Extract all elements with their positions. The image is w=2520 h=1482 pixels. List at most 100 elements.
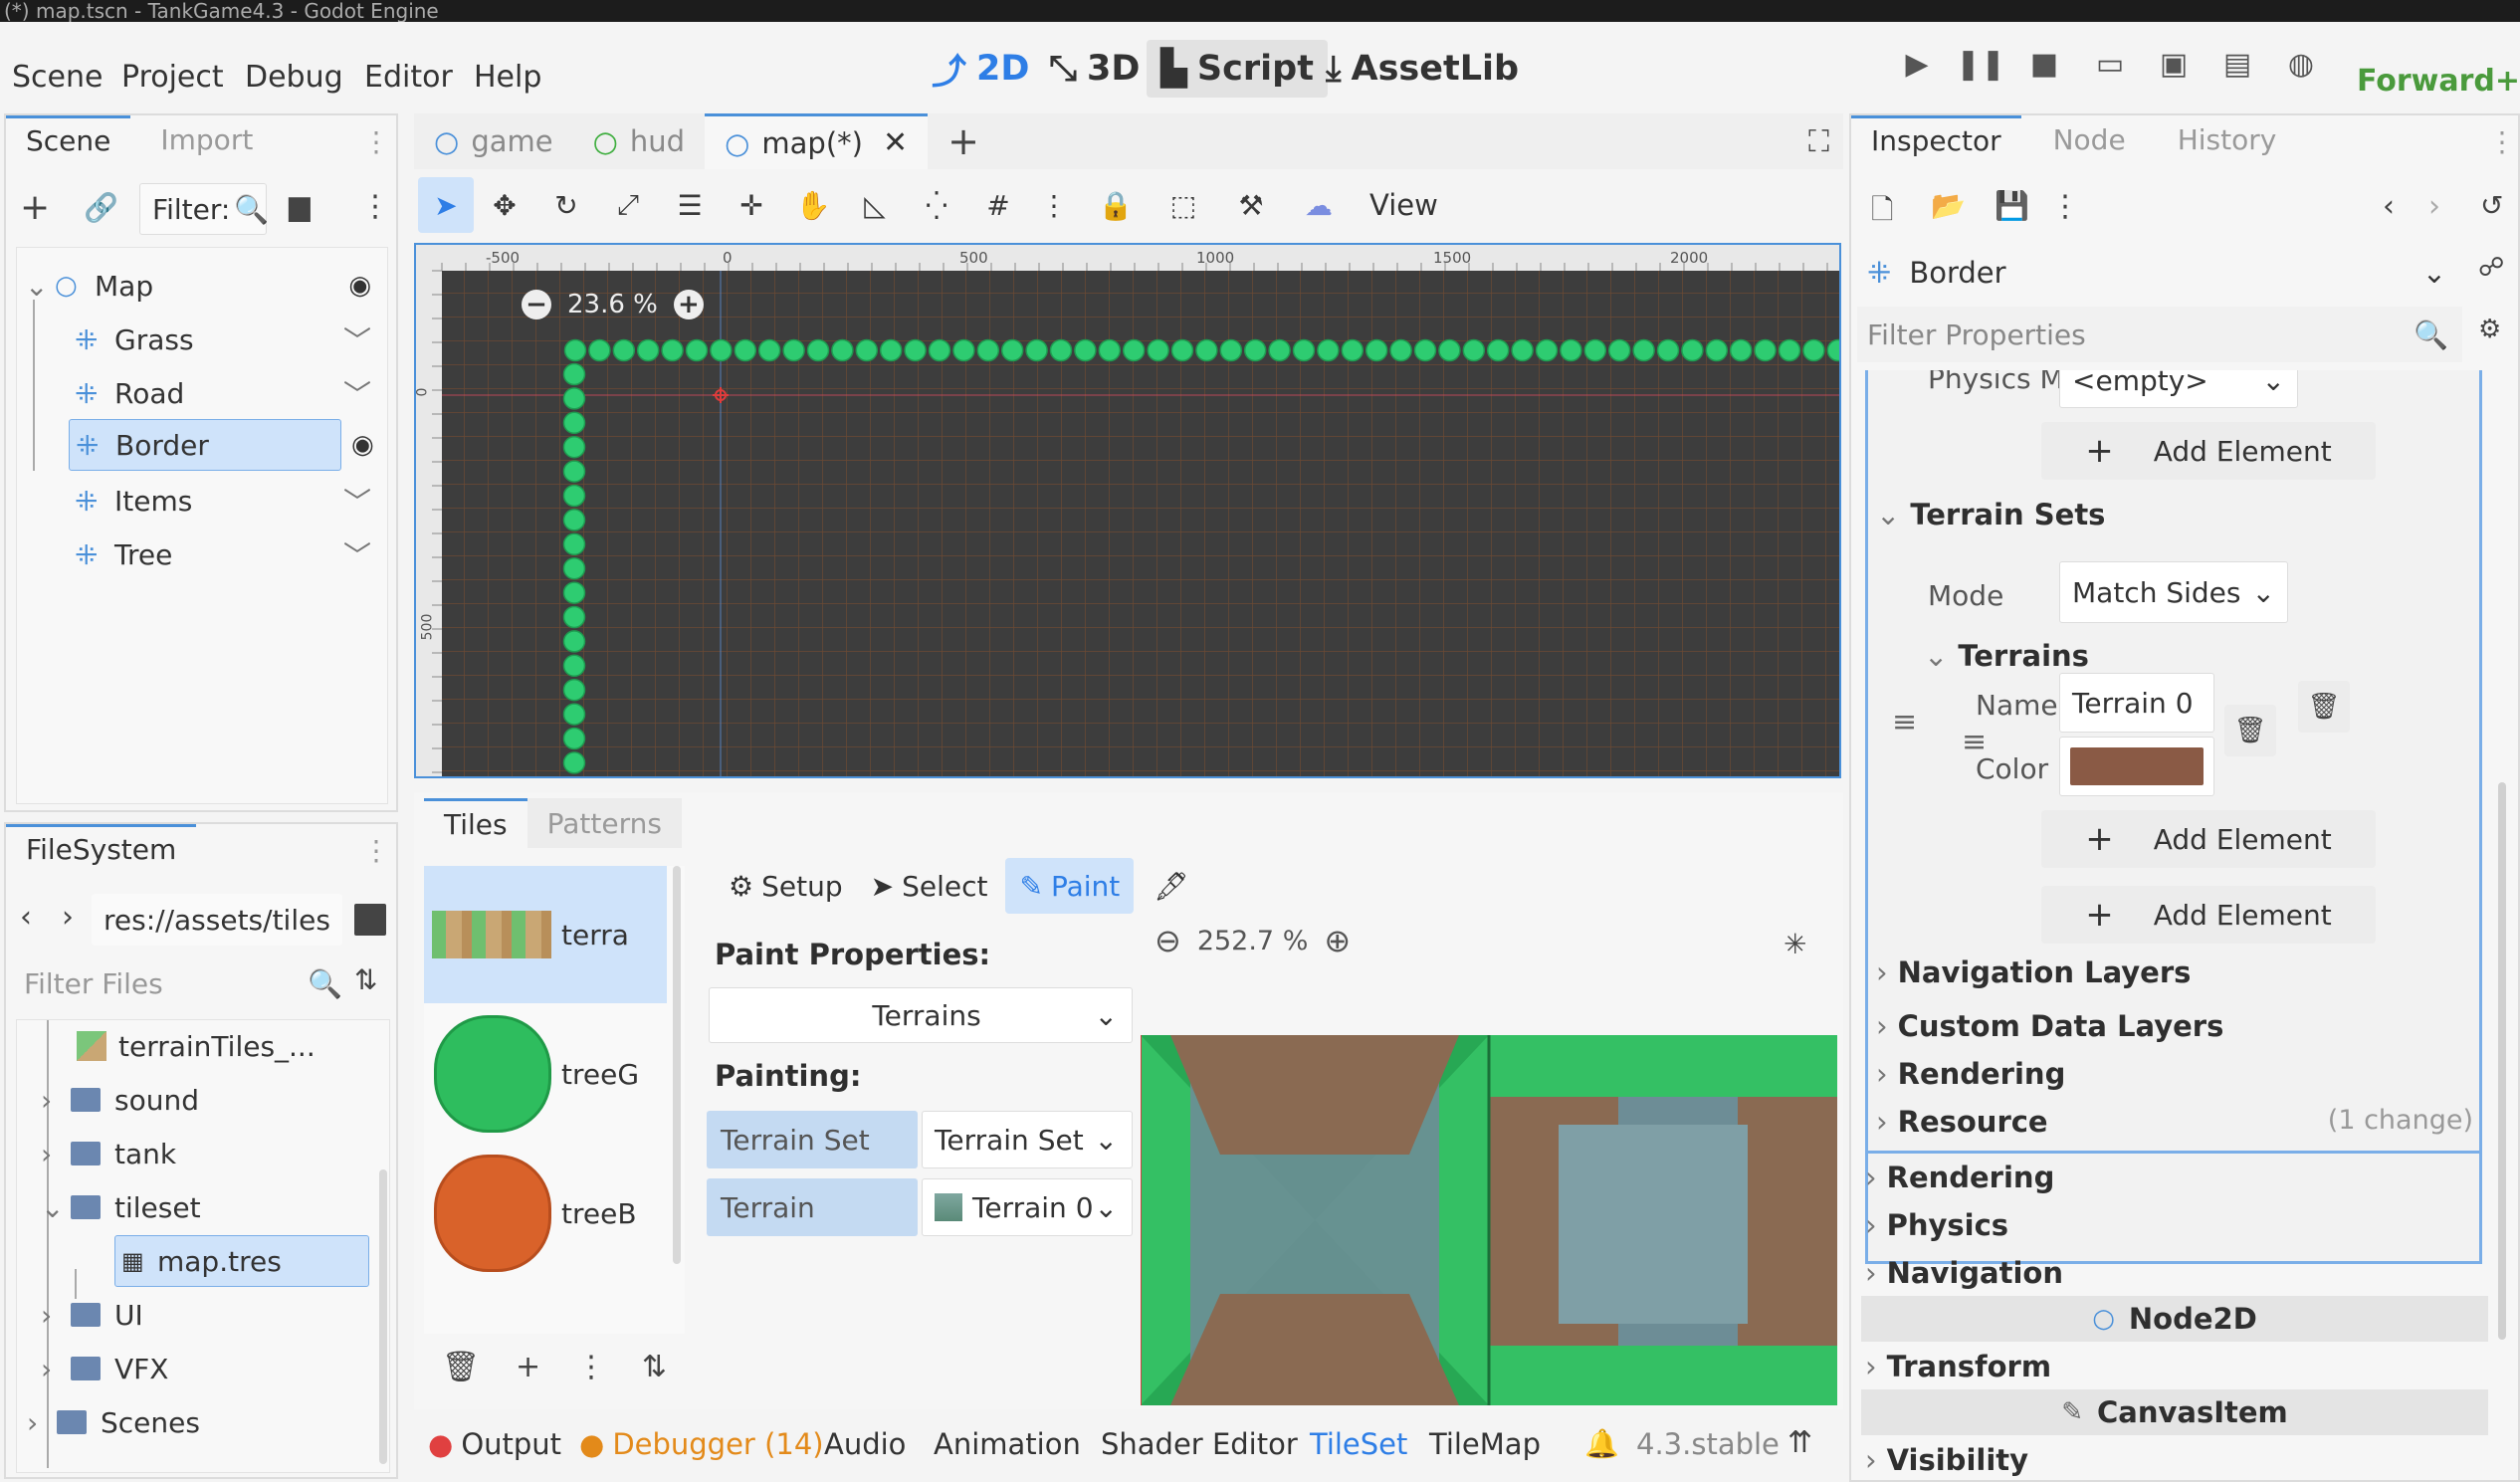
expand-panel-icon[interactable]: ⇈ <box>1787 1425 1812 1460</box>
zoom-in-icon[interactable]: + <box>673 290 704 319</box>
drag-handle-icon[interactable]: ≡ <box>1892 705 1917 740</box>
tab-patterns[interactable]: Patterns <box>526 798 682 848</box>
terrains-section[interactable]: ⌄ Terrains <box>1924 639 2089 673</box>
filter-properties-input[interactable]: Filter Properties 🔍 <box>1857 307 2462 362</box>
forward-icon[interactable]: › <box>62 900 74 935</box>
node-info-icon[interactable]: ☍ <box>2478 253 2504 283</box>
folder-item-sound[interactable]: › sound <box>41 1074 369 1126</box>
script-add-icon[interactable]: ▆ <box>289 189 311 222</box>
more-options-icon[interactable]: ⋮ <box>360 189 390 224</box>
zoom-out-icon[interactable]: − <box>522 290 551 319</box>
workspace-assetlib-button[interactable]: ⤓ AssetLib <box>1312 40 1533 98</box>
paint-property-select[interactable]: Terrains ⌄ <box>709 987 1133 1043</box>
visibility-section[interactable]: › Visibility <box>1865 1443 2028 1477</box>
eye-closed-icon[interactable]: ﹀ <box>343 481 371 521</box>
group-icon[interactable]: ⬚ <box>1153 189 1214 222</box>
grid-icon[interactable]: # <box>967 189 1029 222</box>
eyedropper-icon[interactable]: 🖋 <box>1142 870 1201 903</box>
more-options-icon[interactable]: ⋮ <box>2050 189 2080 224</box>
debugger-tab[interactable]: ● Debugger (14) <box>579 1427 824 1461</box>
select-mode-icon[interactable]: ➤ <box>418 177 474 233</box>
scene-tab-hud[interactable]: ○ hud <box>573 113 705 169</box>
transform-section[interactable]: › Transform <box>1865 1350 2051 1383</box>
edited-object-select[interactable]: ⁜ Border ⌄ <box>1857 245 2464 301</box>
workspace-script-button[interactable]: ▙ Script <box>1147 40 1328 98</box>
tab-inspector[interactable]: Inspector <box>1851 115 2021 163</box>
menu-debug[interactable]: Debug <box>245 60 343 95</box>
tab-scene[interactable]: Scene <box>6 115 131 163</box>
history-forward-icon[interactable]: › <box>2428 189 2440 224</box>
animation-tab[interactable]: Animation <box>934 1427 1081 1461</box>
physics-material-value[interactable]: <empty> ⌄ <box>2059 370 2298 408</box>
more-options-icon[interactable]: ⋮ <box>576 1350 606 1384</box>
file-item-map-tres[interactable]: ▦ map.tres <box>114 1235 369 1287</box>
folder-item-tank[interactable]: › tank <box>41 1128 369 1179</box>
terrain-set-select[interactable]: Terrain Set ⌄ <box>922 1111 1133 1168</box>
open-folder-icon[interactable]: 📂 <box>1931 189 1966 222</box>
history-back-icon[interactable]: ‹ <box>2383 189 2395 224</box>
source-item-terra[interactable]: terra <box>424 866 667 1003</box>
eye-closed-icon[interactable]: ﹀ <box>343 319 371 359</box>
lock-icon[interactable]: 🔒 <box>1079 189 1153 222</box>
add-element-button[interactable]: + Add Element <box>2041 422 2376 480</box>
pivot-icon[interactable]: ✛ <box>721 189 782 222</box>
new-resource-icon[interactable]: 🗋 <box>1871 189 1894 237</box>
mode-select[interactable]: Match Sides ⌄ <box>2059 561 2288 623</box>
custom-data-layers-section[interactable]: › Custom Data Layers <box>1876 1009 2223 1043</box>
folder-item-scenes[interactable]: › Scenes <box>17 1396 355 1448</box>
rendering-section[interactable]: › Rendering <box>1876 1057 2065 1091</box>
play-icon[interactable]: ▶ <box>1897 44 1937 84</box>
tree-node-grass[interactable]: ⁜ Grass ﹀ <box>75 314 385 365</box>
view-menu[interactable]: View <box>1369 188 1438 222</box>
trash-icon[interactable]: 🗑 <box>2298 681 2350 733</box>
tree-node-border[interactable]: ⁜ Border <box>69 419 341 471</box>
sort-icon[interactable]: ⇅ <box>642 1350 667 1384</box>
tab-history[interactable]: History <box>2158 115 2297 163</box>
center-view-icon[interactable]: ✳ <box>1784 928 1806 960</box>
tab-node[interactable]: Node <box>2033 115 2146 163</box>
navigation-layers-section[interactable]: › Navigation Layers <box>1876 955 2191 989</box>
select-mode-button[interactable]: ➤ Select <box>861 858 998 914</box>
play-custom-scene-icon[interactable]: ▤ <box>2217 44 2257 84</box>
zoom-in-icon[interactable]: ⊕ <box>1324 922 1351 959</box>
file-filter-input[interactable]: Filter Files 🔍 <box>14 955 352 1011</box>
audio-tab[interactable]: Audio <box>824 1427 906 1461</box>
link-icon[interactable]: 🔗 <box>84 191 118 224</box>
back-icon[interactable]: ‹ <box>20 900 32 935</box>
tree-node-tree[interactable]: ⁜ Tree ﹀ <box>75 529 385 580</box>
bell-icon[interactable]: 🔔 <box>1584 1427 1619 1460</box>
play-scene-icon[interactable]: ▣ <box>2154 44 2194 84</box>
move-mode-icon[interactable]: ✥ <box>474 189 535 222</box>
more-options-icon[interactable]: ⋮ <box>1029 189 1079 222</box>
sort-icon[interactable]: ⇅ <box>354 963 377 996</box>
add-element-button[interactable]: + Add Element <box>2041 886 2376 944</box>
layer-rendering-section[interactable]: › Rendering <box>1865 1161 2054 1194</box>
layer-navigation-section[interactable]: › Navigation <box>1865 1256 2063 1290</box>
menu-help[interactable]: Help <box>474 60 541 95</box>
zoom-out-icon[interactable]: ⊖ <box>1155 922 1181 959</box>
pause-icon[interactable]: ❚❚ <box>1956 44 2005 84</box>
workspace-2d-button[interactable]: ⤴ 2D <box>918 40 1043 98</box>
resource-section[interactable]: › Resource (1 change) <box>1876 1105 2473 1139</box>
scrollbar[interactable] <box>379 1169 387 1464</box>
renderer-select[interactable]: Forward+⌄ <box>2357 64 2520 99</box>
scene-tab-map[interactable]: ○ map(*) ✕ <box>705 113 929 169</box>
eye-icon[interactable]: ◉ <box>351 419 374 471</box>
folder-item-vfx[interactable]: › VFX <box>41 1343 369 1394</box>
property-settings-icon[interactable]: ⚙ <box>2478 315 2501 344</box>
atlas-zoom-level[interactable]: 252.7 % <box>1197 926 1309 956</box>
folder-item-tileset[interactable]: ⌄ tileset <box>41 1181 369 1233</box>
dock-menu-icon[interactable]: ⋮ <box>2488 115 2516 167</box>
dock-menu-icon[interactable]: ⋮ <box>362 115 390 167</box>
terrain-select[interactable]: Terrain 0 ⌄ <box>922 1178 1133 1236</box>
terrain-color-picker[interactable] <box>2059 737 2214 796</box>
setup-mode-button[interactable]: ⚙ Setup <box>719 858 853 914</box>
paint-mode-button[interactable]: ✎ Paint <box>1005 858 1135 914</box>
layer-physics-section[interactable]: › Physics <box>1865 1208 2008 1242</box>
scene-filter-input[interactable]: Filter: 🔍 <box>139 183 269 235</box>
tab-tiles[interactable]: Tiles <box>424 798 527 848</box>
source-item-treeb[interactable]: treeB <box>424 1149 667 1278</box>
tab-import[interactable]: Import <box>140 115 273 163</box>
add-icon[interactable]: + <box>516 1350 540 1384</box>
trash-icon[interactable]: 🗑 <box>2224 705 2276 756</box>
